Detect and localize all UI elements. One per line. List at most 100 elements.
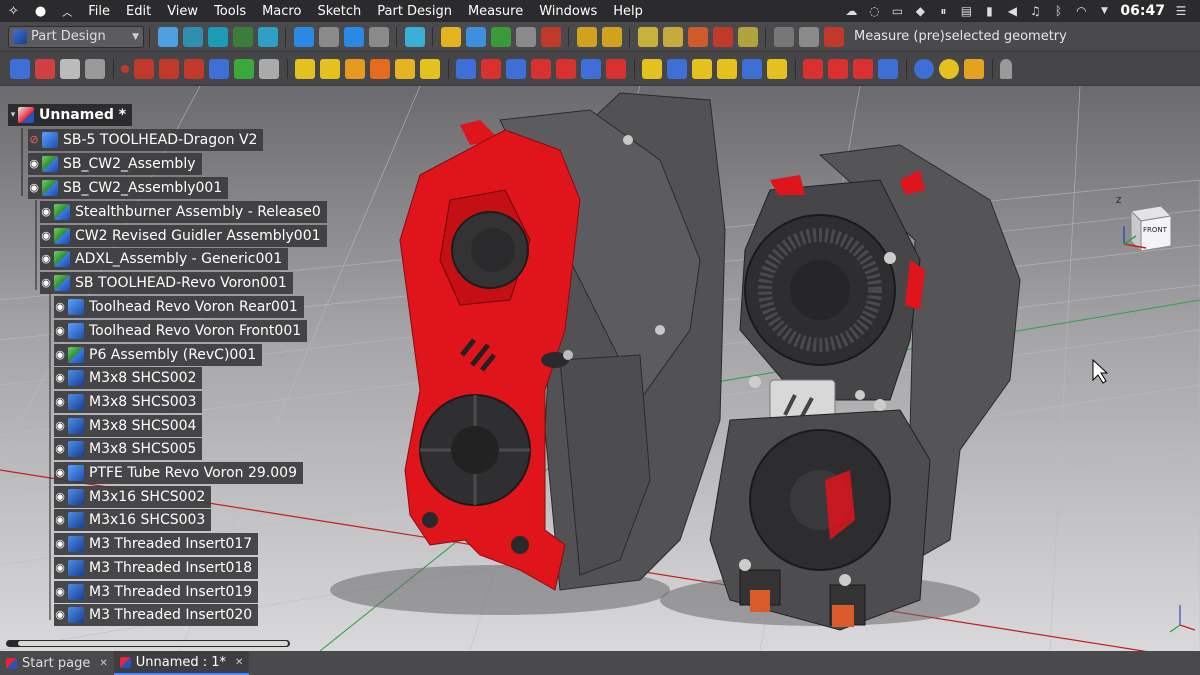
measure-clear-icon[interactable]	[662, 26, 683, 47]
bulb-icon[interactable]: ◌	[867, 5, 881, 17]
eye-icon[interactable]: ◉	[54, 514, 66, 526]
tree-item-insert017[interactable]: ◉ M3 Threaded Insert017	[54, 533, 259, 555]
boolean-icon[interactable]	[878, 58, 898, 79]
pocket-icon[interactable]	[456, 58, 476, 79]
subtractive-pipe-icon[interactable]	[556, 58, 576, 79]
eye-icon[interactable]: ◉	[54, 586, 66, 598]
menu-edit[interactable]: Edit	[118, 4, 159, 19]
eye-icon[interactable]: ◉	[54, 609, 66, 621]
close-icon[interactable]: ✕	[235, 657, 243, 668]
tree-item-m3x16-002[interactable]: ◉ M3x16 SHCS002	[54, 486, 212, 508]
revolution-icon[interactable]	[320, 58, 340, 79]
tab-start-page[interactable]: Start page ✕	[0, 651, 114, 675]
map-sketch-icon[interactable]	[85, 58, 105, 79]
tree-item-stealthburner[interactable]: ◉ Stealthburner Assembly - Release0	[40, 201, 327, 223]
menu-view[interactable]: View	[159, 4, 206, 19]
tree-item-m3x16-003[interactable]: ◉ M3x16 SHCS003	[54, 509, 212, 531]
audio-icon[interactable]: ♫	[1028, 5, 1042, 17]
bounding-box-icon[interactable]	[232, 26, 253, 47]
dropbox-icon[interactable]: ◆	[913, 5, 927, 17]
menu-part-design[interactable]: Part Design	[369, 4, 460, 19]
pad-icon[interactable]	[295, 58, 315, 79]
menu-tools[interactable]: Tools	[206, 4, 254, 19]
eye-icon[interactable]: ◉	[28, 158, 40, 170]
eye-icon[interactable]: ◉	[54, 467, 66, 479]
groove-icon[interactable]	[506, 58, 526, 79]
tree-item-toolhead-rear[interactable]: ◉ Toolhead Revo Voron Rear001	[54, 296, 304, 318]
circle-menu-icon[interactable]: ●	[27, 4, 54, 19]
fillet-icon[interactable]	[767, 58, 787, 79]
display-icon[interactable]: ▭	[890, 5, 904, 17]
wireframe-icon[interactable]	[182, 26, 203, 47]
eye-icon[interactable]: ◉	[40, 277, 52, 289]
create-sketch-icon[interactable]	[35, 58, 55, 79]
grid-icon[interactable]	[773, 26, 794, 47]
menu-measure[interactable]: Measure	[460, 4, 531, 19]
bluetooth-icon[interactable]: ᛒ	[1051, 5, 1065, 17]
eye-icon[interactable]: ◉	[40, 230, 52, 242]
datum-line-icon[interactable]	[134, 58, 154, 79]
eye-icon[interactable]: ◉	[54, 372, 66, 384]
additive-loft-icon[interactable]	[345, 58, 365, 79]
eye-icon[interactable]: ◉	[54, 562, 66, 574]
clone-icon[interactable]	[259, 58, 279, 79]
tree-item-ptfe-tube[interactable]: ◉ PTFE Tube Revo Voron 29.009	[54, 462, 303, 484]
eye-icon[interactable]: ◉	[54, 349, 66, 361]
sphere-icon[interactable]	[914, 58, 934, 79]
battery-status-icon[interactable]: ▮	[982, 5, 996, 17]
axis-cross-icon[interactable]	[540, 26, 561, 47]
additive-primitive-icon[interactable]	[420, 58, 440, 79]
linear-pattern-icon[interactable]	[667, 58, 687, 79]
eye-icon[interactable]: ◉	[54, 491, 66, 503]
subshape-binder-icon[interactable]	[234, 58, 254, 79]
tree-item-m3x8-005[interactable]: ◉ M3x8 SHCS005	[54, 438, 203, 460]
clipboard-icon[interactable]: ▤	[959, 5, 973, 17]
cloud-icon[interactable]: ☁	[844, 5, 858, 17]
tree-item-m3x8-004[interactable]: ◉ M3x8 SHCS004	[54, 415, 203, 437]
tree-root[interactable]: ▾ Unnamed *	[8, 104, 133, 126]
freecad-menu-icon[interactable]: ✧	[0, 4, 27, 19]
measure-toggle-3d-icon[interactable]	[712, 26, 733, 47]
validate-sketch-icon[interactable]	[60, 58, 80, 79]
figure-icon[interactable]	[1000, 58, 1012, 79]
sprocket-icon[interactable]	[964, 58, 984, 79]
eye-icon[interactable]: ◉	[54, 538, 66, 550]
tree-item-toolhead-front[interactable]: ◉ Toolhead Revo Voron Front001	[54, 320, 308, 342]
toolhead-right[interactable]	[709, 144, 1021, 631]
zoom-icon[interactable]	[257, 26, 278, 47]
measure-toggle-delta-icon[interactable]	[737, 26, 758, 47]
eye-icon[interactable]: ◉	[28, 182, 40, 194]
tree-item-sb-cw2-assembly001[interactable]: ◉ SB_CW2_Assembly001	[28, 177, 229, 199]
thickness-icon[interactable]	[853, 58, 873, 79]
hole-icon[interactable]	[481, 58, 501, 79]
eye-icon[interactable]: ◉	[54, 443, 66, 455]
eye-icon[interactable]: ◉	[40, 253, 52, 265]
tree-item-insert020[interactable]: ◉ M3 Threaded Insert020	[54, 604, 259, 626]
view-icon[interactable]	[368, 26, 389, 47]
pin-icon[interactable]	[798, 26, 819, 47]
subtractive-loft-icon[interactable]	[531, 58, 551, 79]
dropdown-icon[interactable]: ▼	[1097, 5, 1111, 17]
cone-icon[interactable]	[939, 58, 959, 79]
mirrored-icon[interactable]	[642, 58, 662, 79]
menu-windows[interactable]: Windows	[531, 4, 605, 19]
datum-plane-icon[interactable]	[159, 58, 179, 79]
multi-transform-icon[interactable]	[717, 58, 737, 79]
measure-geometry-icon[interactable]	[823, 26, 844, 47]
menu-help[interactable]: Help	[605, 4, 651, 19]
create-body-icon[interactable]	[10, 58, 30, 79]
pause-icon[interactable]: ⏸	[936, 5, 950, 17]
shaded-icon[interactable]	[207, 26, 228, 47]
measure-distance-icon[interactable]	[576, 26, 597, 47]
tree-item-adxl[interactable]: ◉ ADXL_Assembly - Generic001	[40, 248, 289, 270]
back-arrow-icon[interactable]	[293, 26, 314, 47]
polar-pattern-icon[interactable]	[692, 58, 712, 79]
subtractive-primitive-icon[interactable]	[606, 58, 626, 79]
tab-unnamed[interactable]: Unnamed : 1* ✕	[113, 651, 250, 675]
menu-file[interactable]: File	[80, 4, 118, 19]
measure-toggle-icon[interactable]	[687, 26, 708, 47]
tree-item-m3x8-002[interactable]: ◉ M3x8 SHCS002	[54, 367, 203, 389]
eye-icon[interactable]: ◉	[54, 325, 66, 337]
menu-sketch[interactable]: Sketch	[309, 4, 369, 19]
eye-hidden-icon[interactable]: ⊘	[28, 134, 40, 146]
